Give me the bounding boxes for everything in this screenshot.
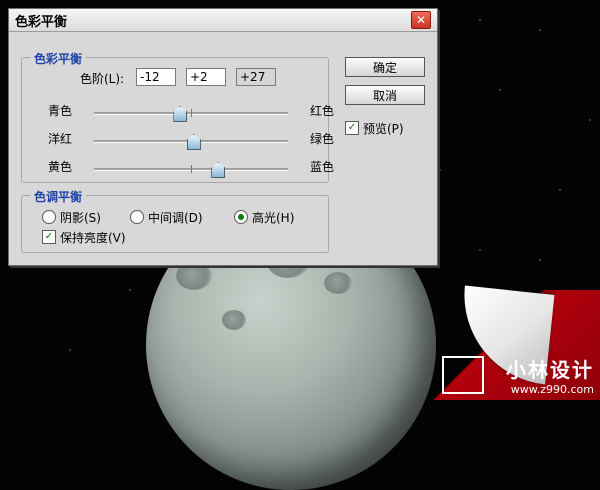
slider-yellow-blue: 黄色 蓝色 xyxy=(48,158,334,178)
slider-thumb[interactable] xyxy=(173,106,188,122)
check-icon: ✓ xyxy=(347,122,357,133)
tone-balance-group: 色调平衡 阴影(S) 中间调(D) 高光(H) ✓ 保持亮度(V) xyxy=(21,188,329,253)
radio-highlights[interactable] xyxy=(234,210,248,224)
slider-track[interactable] xyxy=(94,106,288,122)
watermark-logo-icon xyxy=(442,356,484,394)
radio-midtones[interactable] xyxy=(130,210,144,224)
radio-shadows[interactable] xyxy=(42,210,56,224)
slider-right-label: 红色 xyxy=(309,104,334,118)
slider-right-label: 蓝色 xyxy=(309,160,334,174)
preview-checkbox[interactable]: ✓ xyxy=(345,121,359,135)
moon-crater xyxy=(176,262,212,290)
level-input-3[interactable]: +27 xyxy=(236,68,276,86)
cancel-button[interactable]: 取消 xyxy=(345,85,425,105)
slider-left-label: 黄色 xyxy=(48,160,73,174)
preserve-luminosity-checkbox[interactable]: ✓ xyxy=(42,230,56,244)
close-icon[interactable]: ✕ xyxy=(411,11,431,29)
slider-midpoint xyxy=(191,165,192,173)
color-balance-dialog: 色彩平衡 ✕ 色彩平衡 色阶(L): -12 +2 +27 青色 红色 洋红 绿… xyxy=(8,8,438,266)
ok-button[interactable]: 确定 xyxy=(345,57,425,77)
check-icon: ✓ xyxy=(44,231,54,242)
slider-cyan-red: 青色 红色 xyxy=(48,102,334,122)
slider-left-label: 青色 xyxy=(48,104,73,118)
label-highlights[interactable]: 高光(H) xyxy=(252,209,294,226)
tone-group-legend: 色调平衡 xyxy=(30,188,87,205)
level-input-2[interactable]: +2 xyxy=(186,68,226,86)
watermark-url: www.z990.com xyxy=(510,383,594,396)
slider-track[interactable] xyxy=(94,162,288,178)
watermark: 小林设计 www.z990.com xyxy=(506,354,594,396)
slider-right-label: 绿色 xyxy=(309,132,334,146)
slider-thumb[interactable] xyxy=(211,162,226,178)
label-midtones[interactable]: 中间调(D) xyxy=(148,209,203,226)
preview-label[interactable]: 预览(P) xyxy=(363,120,404,137)
watermark-title: 小林设计 xyxy=(506,358,594,382)
moon-crater xyxy=(222,310,246,330)
slider-left-label: 洋红 xyxy=(48,132,73,146)
moon-crater xyxy=(324,272,352,294)
levels-label: 色阶(L): xyxy=(80,72,125,86)
color-balance-group: 色彩平衡 色阶(L): -12 +2 +27 青色 红色 洋红 绿色 黄色 蓝色 xyxy=(21,50,334,183)
slider-thumb[interactable] xyxy=(186,134,201,150)
slider-magenta-green: 洋红 绿色 xyxy=(48,130,334,150)
radio-selected-dot xyxy=(238,214,244,220)
dialog-titlebar: 色彩平衡 ✕ xyxy=(9,9,437,32)
level-input-1[interactable]: -12 xyxy=(136,68,176,86)
label-shadows[interactable]: 阴影(S) xyxy=(60,209,101,226)
dialog-title: 色彩平衡 xyxy=(15,14,68,30)
slider-midpoint xyxy=(191,109,192,117)
balance-group-legend: 色彩平衡 xyxy=(30,50,87,67)
slider-track[interactable] xyxy=(94,134,288,150)
preserve-luminosity-label[interactable]: 保持亮度(V) xyxy=(60,229,126,246)
